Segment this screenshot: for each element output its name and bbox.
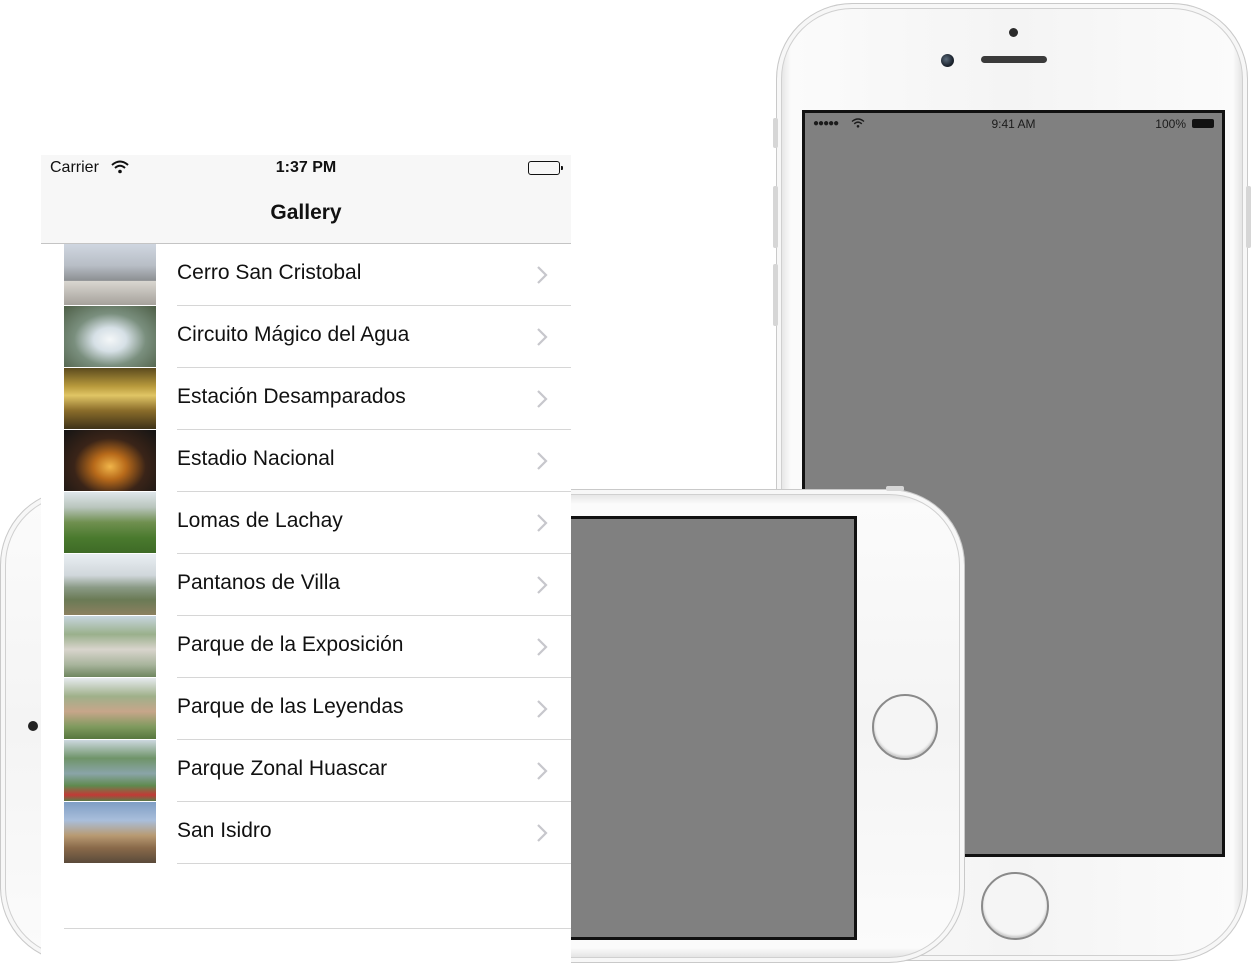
list-item[interactable]: San Isidro [41, 802, 571, 864]
list-item-label: Circuito Mágico del Agua [177, 323, 410, 346]
list-item-label: Parque de las Leyendas [177, 695, 404, 718]
chevron-right-icon [537, 576, 548, 594]
volume-down-button [773, 264, 778, 326]
list-item[interactable]: Parque de la Exposición [41, 616, 571, 678]
front-camera-icon [28, 721, 38, 731]
mute-switch [773, 118, 778, 148]
photo-parque-zonal-huascar-thumbnail [64, 740, 156, 801]
list-item-label: Cerro San Cristobal [177, 261, 362, 284]
photo-circuito-magico-thumbnail [64, 306, 156, 367]
preview-status-bar: ●●●●● 9:41 AM 100% [805, 113, 1222, 135]
earpiece-speaker [981, 56, 1047, 63]
photo-lomas-de-lachay-thumbnail [64, 492, 156, 553]
row-separator [177, 863, 571, 864]
list-item-label: Estadio Nacional [177, 447, 335, 470]
status-time: 1:37 PM [275, 159, 337, 176]
gallery-app-screen: Carrier 1:37 PM Gallery Cerro San Cristo… [41, 155, 571, 967]
home-button [981, 872, 1049, 940]
chevron-right-icon [537, 700, 548, 718]
list-item-label: Parque Zonal Huascar [177, 757, 388, 780]
power-button [886, 486, 904, 491]
gallery-list: Cerro San Cristobal Circuito Mágico del A… [41, 244, 571, 864]
photo-parque-exposicion-thumbnail [64, 616, 156, 677]
chevron-right-icon [537, 390, 548, 408]
empty-row-separator [64, 928, 571, 929]
chevron-right-icon [537, 328, 548, 346]
photo-estadio-nacional-thumbnail [64, 430, 156, 491]
navigation-bar: Carrier 1:37 PM Gallery [41, 155, 571, 244]
front-camera-icon [941, 54, 954, 67]
chevron-right-icon [537, 638, 548, 656]
chevron-right-icon [537, 514, 548, 532]
photo-san-isidro-thumbnail [64, 802, 156, 863]
list-item-label: Parque de la Exposición [177, 633, 404, 656]
list-item[interactable]: Circuito Mágico del Agua [41, 306, 571, 368]
list-item-label: Lomas de Lachay [177, 509, 343, 532]
photo-cerro-san-cristobal-thumbnail [64, 244, 156, 305]
list-item-label: Estación Desamparados [177, 385, 406, 408]
list-item[interactable]: Cerro San Cristobal [41, 244, 571, 306]
list-item[interactable]: Parque de las Leyendas [41, 678, 571, 740]
list-item[interactable]: Estadio Nacional [41, 430, 571, 492]
list-item[interactable]: Parque Zonal Huascar [41, 740, 571, 802]
home-button [872, 694, 938, 760]
list-item-label: San Isidro [177, 819, 272, 842]
list-item[interactable]: Estación Desamparados [41, 368, 571, 430]
proximity-sensor [1009, 28, 1018, 37]
chevron-right-icon [537, 452, 548, 470]
photo-pantanos-de-villa-thumbnail [64, 554, 156, 615]
chevron-right-icon [537, 762, 548, 780]
list-item-label: Pantanos de Villa [177, 571, 341, 594]
list-item[interactable]: Pantanos de Villa [41, 554, 571, 616]
battery-icon [528, 161, 563, 175]
photo-parque-leyendas-thumbnail [64, 678, 156, 739]
battery-icon [1192, 119, 1214, 128]
chevron-right-icon [537, 266, 548, 284]
volume-up-button [773, 186, 778, 248]
list-item[interactable]: Lomas de Lachay [41, 492, 571, 554]
photo-estacion-desamparados-thumbnail [64, 368, 156, 429]
chevron-right-icon [537, 824, 548, 842]
power-button [1246, 186, 1251, 248]
preview-battery-percent: 100% [1155, 117, 1186, 131]
page-title: Gallery [270, 201, 342, 224]
